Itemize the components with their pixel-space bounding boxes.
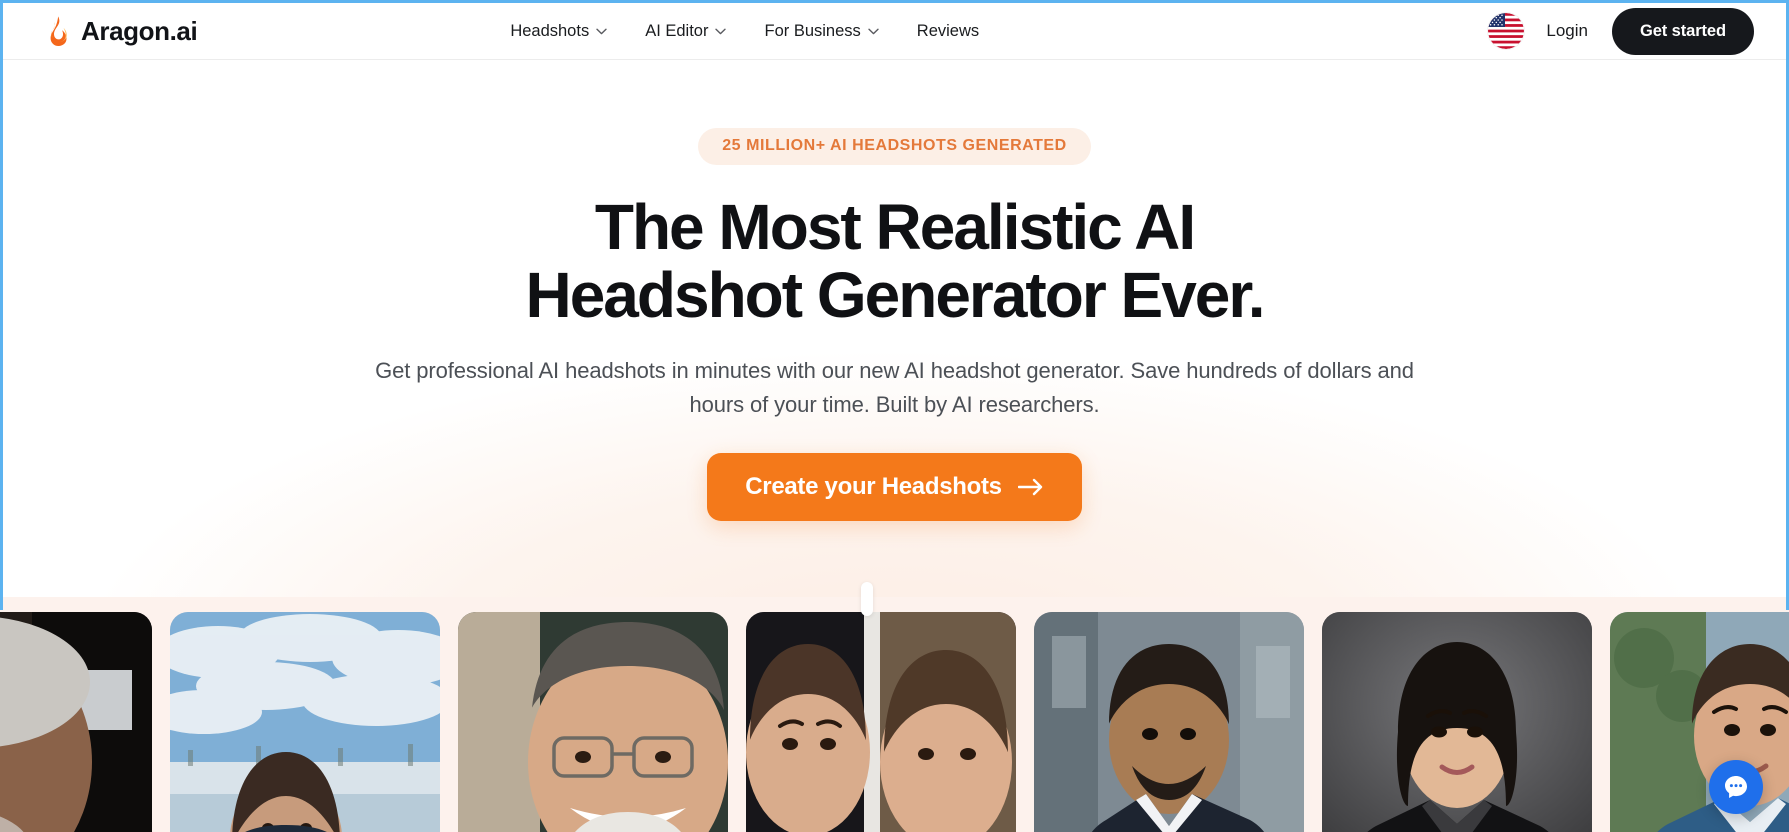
nav-item-reviews[interactable]: Reviews <box>915 16 981 47</box>
browser-edge-top <box>0 0 1789 3</box>
nav-item-label: Headshots <box>510 21 590 40</box>
header-actions: Login Get started <box>1488 7 1754 55</box>
nav-item-ai-editor[interactable]: AI Editor <box>643 16 728 47</box>
gallery-track[interactable] <box>0 612 1789 832</box>
headline-line-2: Headshot Generator Ever. <box>525 259 1265 332</box>
gallery-photo-card[interactable] <box>1322 612 1592 832</box>
hero-cta-wrapper: Create your Headshots <box>0 453 1789 522</box>
chevron-down-icon <box>868 28 879 35</box>
brand-name: Aragon.ai <box>81 16 198 46</box>
nav-item-label: AI Editor <box>645 21 709 40</box>
live-chat-button[interactable] <box>1709 760 1763 814</box>
gallery-photo-card[interactable] <box>0 612 152 832</box>
chat-bubble-icon <box>1722 773 1750 801</box>
status-badge: 25 MILLION+ AI HEADSHOTS GENERATED <box>698 128 1091 165</box>
headline-line-1: The Most Realistic AI <box>594 191 1196 263</box>
gallery-photo-card[interactable] <box>746 612 1016 832</box>
brand-logo-link[interactable]: Aragon.ai <box>45 16 198 46</box>
get-started-button[interactable]: Get started <box>1611 7 1754 55</box>
site-header: Aragon.ai Headshots AI Editor For Busine… <box>0 3 1789 60</box>
carousel-scroll-nub[interactable] <box>861 582 873 616</box>
nav-item-label: Reviews <box>916 21 980 40</box>
nav-item-for-business[interactable]: For Business <box>762 16 880 47</box>
create-headshots-button[interactable]: Create your Headshots <box>707 453 1082 522</box>
browser-edge-left <box>0 0 3 610</box>
login-link[interactable]: Login <box>1546 21 1588 41</box>
hero-subheading: Get professional AI headshots in minutes… <box>375 357 1414 417</box>
nav-item-headshots[interactable]: Headshots <box>508 16 609 47</box>
page-root: Aragon.ai Headshots AI Editor For Busine… <box>0 0 1789 832</box>
nav-item-label: For Business <box>764 21 861 40</box>
us-flag-icon[interactable] <box>1488 13 1525 49</box>
primary-nav: Headshots AI Editor For Business Reviews <box>508 16 981 47</box>
hero-section: 25 MILLION+ AI HEADSHOTS GENERATED The M… <box>0 60 1789 597</box>
headshot-gallery <box>0 597 1789 832</box>
gallery-photo-card[interactable] <box>170 612 440 832</box>
create-headshots-label: Create your Headshots <box>745 473 1002 501</box>
flame-icon <box>45 16 71 46</box>
gallery-photo-card[interactable] <box>1610 612 1789 832</box>
page-title: The Most Realistic AI Headshot Generator… <box>0 193 1789 330</box>
arrow-right-icon <box>1017 478 1044 496</box>
gallery-photo-card[interactable] <box>458 612 728 832</box>
gallery-photo-card[interactable] <box>1034 612 1304 832</box>
chevron-down-icon <box>715 28 727 35</box>
chevron-down-icon <box>596 28 607 35</box>
